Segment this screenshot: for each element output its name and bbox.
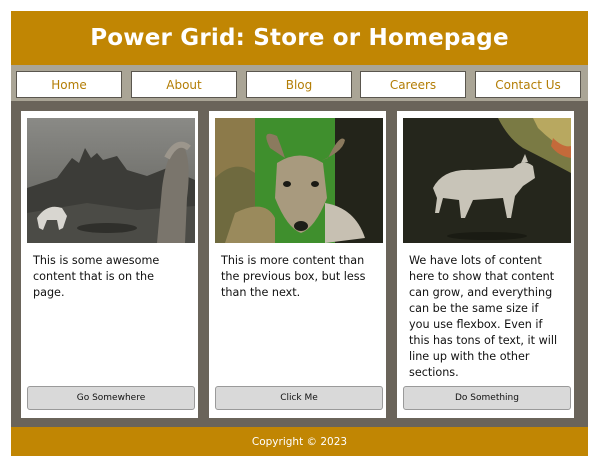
click-me-button[interactable]: Click Me <box>215 386 383 410</box>
card-grid: This is some awesome content that is on … <box>11 103 588 423</box>
page-title: Power Grid: Store or Homepage <box>90 25 509 51</box>
card-2-text: This is more content than the previous b… <box>221 254 366 299</box>
main-nav: Home About Blog Careers Contact Us <box>11 65 588 101</box>
nav-link-about[interactable]: About <box>131 71 237 98</box>
nav-link-blog[interactable]: Blog <box>246 71 352 98</box>
card-3-text: We have lots of content here to show tha… <box>409 254 558 379</box>
nav-link-home[interactable]: Home <box>16 71 122 98</box>
nav-link-careers[interactable]: Careers <box>360 71 466 98</box>
nav-link-contact-us[interactable]: Contact Us <box>475 71 581 98</box>
site-header: Power Grid: Store or Homepage <box>11 11 588 65</box>
do-something-button[interactable]: Do Something <box>403 386 571 410</box>
copyright-text: Copyright © 2023 <box>251 435 348 448</box>
card-3: We have lots of content here to show tha… <box>397 111 574 418</box>
deer-photo <box>215 118 383 243</box>
card-1-text: This is some awesome content that is on … <box>33 254 160 299</box>
card-2: This is more content than the previous b… <box>209 111 386 418</box>
card-1: This is some awesome content that is on … <box>21 111 198 418</box>
page-container: Power Grid: Store or Homepage Home About… <box>11 11 588 456</box>
castle-horse-photo <box>27 118 195 243</box>
go-somewhere-button[interactable]: Go Somewhere <box>27 386 195 410</box>
site-footer: Copyright © 2023 <box>11 427 588 456</box>
goat-photo <box>403 118 571 243</box>
